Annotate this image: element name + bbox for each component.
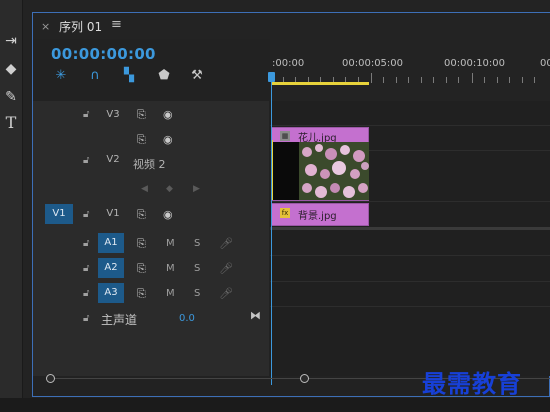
track-label-v1[interactable]: V1 xyxy=(100,204,126,224)
ruler-label: 00:00:05:00 xyxy=(342,58,404,69)
add-keyframe-icon[interactable]: ◆ xyxy=(166,184,173,194)
lane-divider xyxy=(270,306,550,307)
ruler-tick xyxy=(383,77,384,83)
lane-divider xyxy=(270,201,550,202)
sync-lock-film-icon[interactable]: ⎘ xyxy=(137,208,146,222)
ruler-label: 00 xyxy=(540,58,550,69)
master-track-label: 主声道 xyxy=(101,313,138,327)
lock-track-icon[interactable]: 🔓︎ xyxy=(83,313,89,324)
lock-track-icon[interactable]: 🔓︎ xyxy=(83,263,89,274)
lock-track-icon[interactable]: 🔓︎ xyxy=(83,109,89,120)
time-ruler[interactable]: :00:00 00:00:05:00 00:00:10:00 00 xyxy=(270,39,550,101)
ruler-tick xyxy=(433,77,434,83)
clip-background-jpg[interactable]: fx 背景.jpg xyxy=(271,203,369,226)
zoom-scroll-right-handle[interactable] xyxy=(300,374,309,383)
tools-panel: ⇥ ◆ ✎ T xyxy=(0,0,23,412)
mute-button[interactable]: M xyxy=(166,263,175,274)
voiceover-mic-icon[interactable]: 🎤︎ xyxy=(219,262,233,275)
lock-track-icon[interactable]: 🔓︎ xyxy=(83,288,89,299)
playhead-timecode[interactable]: 00:00:00:00 xyxy=(51,45,156,63)
timeline-settings-wrench-icon[interactable]: ⚒ xyxy=(189,68,205,84)
clip-flower-jpg[interactable]: ▦ 花儿.jpg xyxy=(271,127,369,201)
sync-lock-icon[interactable]: ⎘ xyxy=(137,262,146,276)
master-volume-value[interactable]: 0.0 xyxy=(179,313,195,324)
bottom-status-strip xyxy=(0,398,550,412)
zoom-scroll-left-handle[interactable] xyxy=(46,374,55,383)
voiceover-mic-icon[interactable]: 🎤︎ xyxy=(219,237,233,250)
ruler-tick xyxy=(509,77,510,83)
track-label-a1[interactable]: A1 xyxy=(98,233,124,253)
snap-magnet-icon[interactable]: ∩ xyxy=(87,68,103,84)
ruler-tick xyxy=(472,73,473,83)
track-label-v2[interactable]: V2 xyxy=(100,150,126,170)
watermark-text: 最需教育 xyxy=(422,369,522,398)
ruler-tick xyxy=(408,77,409,83)
toggle-output-eye-icon[interactable]: ◉ xyxy=(163,133,173,146)
lane-divider xyxy=(270,125,550,126)
panel-menu-icon[interactable]: ≡ xyxy=(111,17,122,32)
fx-badge: fx xyxy=(280,208,290,218)
ruler-tick xyxy=(484,77,485,83)
sync-lock-icon[interactable]: ⎘ xyxy=(137,237,146,251)
voiceover-mic-icon[interactable]: 🎤︎ xyxy=(219,287,233,300)
prev-keyframe-icon[interactable]: ◀ xyxy=(141,184,148,194)
lock-track-icon[interactable]: 🔓︎ xyxy=(83,209,89,220)
solo-button[interactable]: S xyxy=(194,238,200,249)
ruler-tick xyxy=(421,77,422,83)
add-marker-icon[interactable]: ⬟ xyxy=(156,68,172,84)
clip-name: 背景.jpg xyxy=(298,211,337,222)
video-audio-divider xyxy=(270,227,550,230)
close-tab-icon[interactable]: × xyxy=(41,20,50,33)
track-name-v2[interactable]: 视频 2 xyxy=(133,156,166,172)
playhead-line[interactable] xyxy=(271,75,272,385)
razor-tool-icon[interactable]: ◆ xyxy=(2,60,20,78)
ruler-tick xyxy=(396,77,397,83)
ruler-tick xyxy=(371,73,372,83)
ruler-tick xyxy=(446,77,447,83)
ruler-tick xyxy=(497,77,498,83)
track-label-a2[interactable]: A2 xyxy=(98,258,124,278)
ruler-label: :00:00 xyxy=(272,58,305,69)
sync-lock-film-icon[interactable]: ⎘ xyxy=(137,108,146,122)
solo-button[interactable]: S xyxy=(194,263,200,274)
timeline-panel: × 序列 01 ≡ 00:00:00:00 ✳ ∩ ▚ ⬟ ⚒ :00:00 0… xyxy=(32,12,550,397)
track-headers xyxy=(33,101,269,376)
pen-tool-icon[interactable]: ✎ xyxy=(2,88,20,106)
mute-button[interactable]: M xyxy=(166,288,175,299)
lane-divider xyxy=(270,255,550,256)
sync-lock-film-icon[interactable]: ⎘ xyxy=(137,133,146,147)
ruler-tick xyxy=(522,77,523,83)
go-to-end-icon[interactable]: ⧓ xyxy=(250,309,261,322)
lock-track-icon[interactable]: 🔓︎ xyxy=(83,155,89,166)
ruler-tick xyxy=(534,77,535,83)
track-label-a3[interactable]: A3 xyxy=(98,283,124,303)
toggle-output-eye-icon[interactable]: ◉ xyxy=(163,108,173,121)
lane-divider xyxy=(270,281,550,282)
solo-button[interactable]: S xyxy=(194,288,200,299)
ruler-tick xyxy=(458,77,459,83)
type-tool-icon[interactable]: T xyxy=(2,114,20,132)
timeline-tab-bar: × 序列 01 ≡ xyxy=(33,13,550,39)
clip-thumbnail-black-frame xyxy=(272,142,300,200)
tab-sequence-01[interactable]: 序列 01 xyxy=(59,18,102,35)
flower-thumbnail-image xyxy=(299,142,369,200)
image-clip-icon: ▦ xyxy=(280,131,290,141)
track-label-v3[interactable]: V3 xyxy=(100,105,126,125)
ruler-label: 00:00:10:00 xyxy=(444,58,506,69)
source-patch-v1[interactable]: V1 xyxy=(45,204,73,224)
next-keyframe-icon[interactable]: ▶ xyxy=(193,184,200,194)
nest-sequence-icon[interactable]: ✳ xyxy=(53,68,69,84)
toggle-output-eye-icon[interactable]: ◉ xyxy=(163,208,173,221)
track-select-tool-icon[interactable]: ⇥ xyxy=(2,32,20,50)
sync-lock-icon[interactable]: ⎘ xyxy=(137,287,146,301)
work-area-bar[interactable] xyxy=(271,82,369,85)
linked-selection-icon[interactable]: ▚ xyxy=(121,68,137,84)
lock-track-icon[interactable]: 🔓︎ xyxy=(83,238,89,249)
mute-button[interactable]: M xyxy=(166,238,175,249)
